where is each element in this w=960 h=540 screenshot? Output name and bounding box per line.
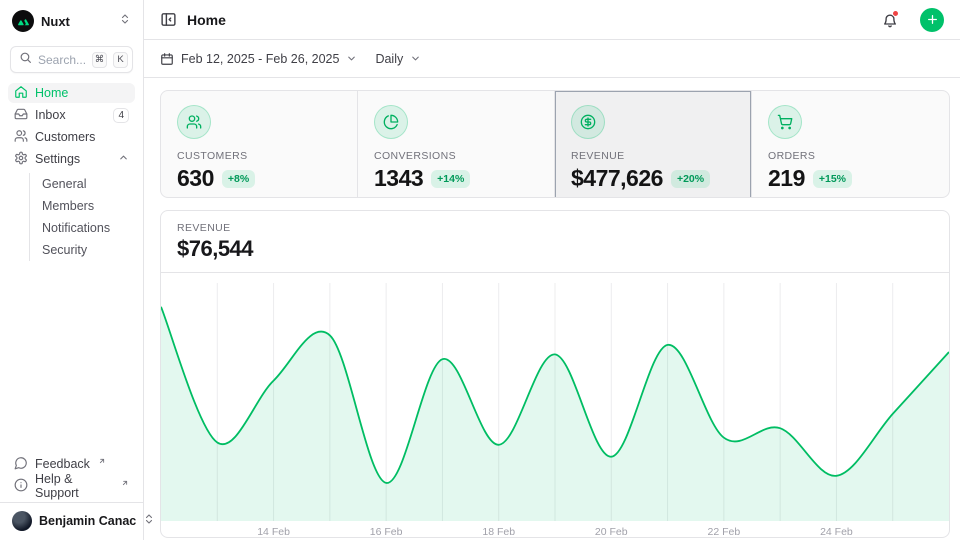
stat-delta-badge: +15%	[813, 170, 852, 188]
top-header: Home	[144, 0, 960, 40]
sidebar-item-label: Inbox	[35, 108, 106, 122]
sidebar-item-customers[interactable]: Customers	[8, 127, 135, 147]
svg-text:22 Feb: 22 Feb	[708, 526, 741, 538]
stat-card-customers[interactable]: CUSTOMERS 630 +8%	[161, 91, 358, 198]
pie-chart-icon	[374, 105, 408, 139]
stat-card-conversions[interactable]: CONVERSIONS 1343 +14%	[358, 91, 555, 198]
sidebar-item-inbox[interactable]: Inbox 4	[8, 105, 135, 125]
chevron-up-icon	[118, 152, 129, 166]
stat-label: CUSTOMERS	[177, 150, 341, 162]
users-icon	[14, 129, 28, 146]
info-circle-icon	[14, 478, 28, 495]
stat-value: 630	[177, 165, 214, 192]
page-title: Home	[187, 12, 870, 28]
sidebar-item-label: Settings	[35, 152, 111, 166]
kbd-cmd: ⌘	[92, 52, 107, 68]
sidebar-item-home[interactable]: Home	[8, 83, 135, 103]
chevron-down-icon	[410, 53, 421, 64]
gear-icon	[14, 151, 28, 168]
stat-label: REVENUE	[571, 150, 735, 162]
inbox-icon	[14, 107, 28, 124]
svg-text:14 Feb: 14 Feb	[257, 526, 290, 538]
sidebar-item-help-support[interactable]: Help & Support	[8, 476, 135, 496]
chevrons-up-down-icon	[119, 12, 131, 30]
workspace-switcher[interactable]: Nuxt	[0, 0, 143, 40]
inbox-count-badge: 4	[113, 108, 129, 123]
external-link-icon	[121, 476, 129, 490]
chart-current-value: $76,544	[177, 236, 933, 262]
dollar-circle-icon	[571, 105, 605, 139]
stat-value: 1343	[374, 165, 423, 192]
users-icon	[177, 105, 211, 139]
calendar-icon	[160, 52, 174, 66]
chart-header: REVENUE $76,544	[161, 211, 949, 273]
chevron-down-icon	[346, 53, 357, 64]
date-range-picker[interactable]: Feb 12, 2025 - Feb 26, 2025	[160, 52, 357, 66]
stat-card-orders[interactable]: ORDERS 219 +15%	[752, 91, 949, 198]
stat-delta-badge: +20%	[671, 170, 710, 188]
stat-delta-badge: +8%	[222, 170, 255, 188]
stat-value: $477,626	[571, 165, 663, 192]
stats-grid: CUSTOMERS 630 +8% CONVERSIONS 1343 +14%	[160, 90, 950, 198]
sidebar-item-label: Home	[35, 86, 129, 100]
sidebar-footer-nav: Feedback Help & Support	[0, 454, 143, 502]
user-name: Benjamin Canac	[39, 514, 136, 528]
chart-plot-area[interactable]: 14 Feb 16 Feb 18 Feb 20 Feb 22 Feb 24 Feb	[161, 273, 949, 538]
search-icon	[19, 51, 32, 69]
svg-text:16 Feb: 16 Feb	[370, 526, 403, 538]
home-icon	[14, 85, 28, 102]
search-placeholder: Search...	[38, 53, 86, 67]
kbd-k: K	[113, 52, 128, 68]
user-menu[interactable]: Benjamin Canac	[0, 502, 143, 540]
sidebar-nav: Home Inbox 4 Customers Settings	[0, 83, 143, 263]
search-input[interactable]: Search... ⌘ K	[10, 46, 133, 73]
add-button[interactable]	[920, 8, 944, 32]
period-value: Daily	[375, 52, 403, 66]
dashboard-content: CUSTOMERS 630 +8% CONVERSIONS 1343 +14%	[144, 78, 960, 540]
sidebar-collapse-icon[interactable]	[160, 11, 177, 28]
shopping-cart-icon	[768, 105, 802, 139]
workspace-name: Nuxt	[41, 14, 112, 29]
app-window: Nuxt Search... ⌘ K Home	[0, 0, 960, 540]
sidebar-item-label: Feedback	[35, 457, 90, 471]
svg-text:24 Feb: 24 Feb	[820, 526, 853, 538]
settings-sub-nav: General Members Notifications Security	[29, 173, 135, 261]
sidebar-item-label: Help & Support	[35, 472, 113, 500]
sidebar: Nuxt Search... ⌘ K Home	[0, 0, 144, 540]
sidebar-item-notifications[interactable]: Notifications	[30, 217, 135, 239]
stat-delta-badge: +14%	[431, 170, 470, 188]
notification-dot	[892, 10, 899, 17]
date-range-value: Feb 12, 2025 - Feb 26, 2025	[181, 52, 339, 66]
sidebar-item-feedback[interactable]: Feedback	[8, 454, 135, 474]
sidebar-item-label: Customers	[35, 130, 129, 144]
chart-title: REVENUE	[177, 222, 933, 234]
stat-card-revenue[interactable]: REVENUE $477,626 +20%	[555, 91, 752, 198]
stat-label: ORDERS	[768, 150, 933, 162]
sidebar-item-general[interactable]: General	[30, 173, 135, 195]
svg-text:20 Feb: 20 Feb	[595, 526, 628, 538]
revenue-chart-card: REVENUE $76,544 14 Feb 16 Feb 18 Feb 20 Feb…	[160, 210, 950, 538]
sidebar-item-security[interactable]: Security	[30, 239, 135, 261]
sidebar-item-members[interactable]: Members	[30, 195, 135, 217]
main-area: Home Feb 12, 2025 - Feb 26, 2025 Daily	[144, 0, 960, 540]
sidebar-item-settings[interactable]: Settings	[8, 149, 135, 169]
stat-label: CONVERSIONS	[374, 150, 538, 162]
sidebar-spacer	[0, 263, 143, 454]
filters-toolbar: Feb 12, 2025 - Feb 26, 2025 Daily	[144, 40, 960, 78]
nuxt-logo-icon	[12, 10, 34, 32]
svg-text:18 Feb: 18 Feb	[482, 526, 515, 538]
period-select[interactable]: Daily	[375, 52, 421, 66]
message-bubble-icon	[14, 456, 28, 473]
avatar	[12, 511, 32, 531]
external-link-icon	[98, 454, 106, 468]
notifications-bell-icon[interactable]	[880, 10, 900, 30]
stat-value: 219	[768, 165, 805, 192]
revenue-chart-svg: 14 Feb 16 Feb 18 Feb 20 Feb 22 Feb 24 Feb	[161, 283, 949, 538]
